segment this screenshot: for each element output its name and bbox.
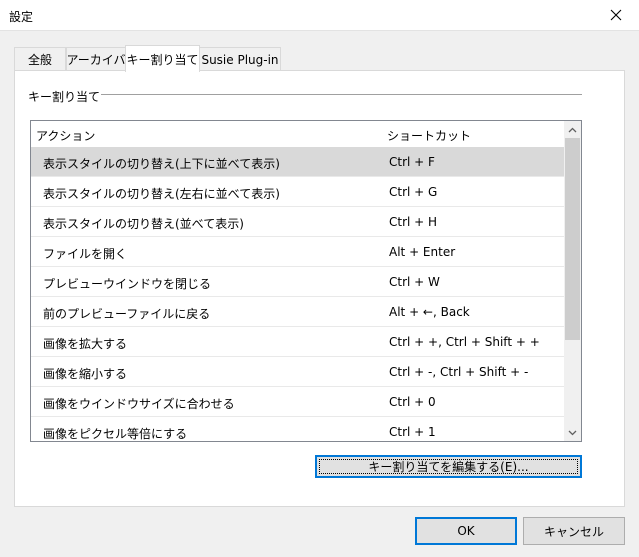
action-cell: 画像を拡大する xyxy=(43,337,128,351)
table-row[interactable]: 表示スタイルの切り替え(並べて表示) Ctrl + H xyxy=(31,207,565,237)
tab-susie-plugin[interactable]: Susie Plug-in xyxy=(199,47,281,71)
table-row[interactable]: 画像を縮小する Ctrl + -, Ctrl + Shift + - xyxy=(31,357,565,387)
action-cell: 画像を縮小する xyxy=(43,367,128,381)
shortcut-cell: Ctrl + -, Ctrl + Shift + - xyxy=(389,365,529,379)
tab-panel: キー割り当て アクション ショートカット 表示スタイルの切り替え(上下に並べて表… xyxy=(14,70,625,507)
table-row[interactable]: 画像をピクセル等倍にする Ctrl + 1 xyxy=(31,417,565,441)
scroll-down-button[interactable] xyxy=(564,424,581,441)
title-bar: 設定 xyxy=(0,0,639,31)
vertical-scrollbar[interactable] xyxy=(564,121,581,441)
column-header-action[interactable]: アクション xyxy=(36,127,95,144)
table-row[interactable]: 画像をウインドウサイズに合わせる Ctrl + 0 xyxy=(31,387,565,417)
list-header: アクション ショートカット xyxy=(31,121,565,147)
shortcut-cell: Ctrl + 0 xyxy=(389,395,436,409)
scrollbar-thumb[interactable] xyxy=(565,138,580,340)
action-cell: 表示スタイルの切り替え(並べて表示) xyxy=(43,217,244,231)
list-rows: 表示スタイルの切り替え(上下に並べて表示) Ctrl + F 表示スタイルの切り… xyxy=(31,147,565,441)
table-row[interactable]: 画像を拡大する Ctrl + +, Ctrl + Shift + + xyxy=(31,327,565,357)
shortcut-cell: Alt + Enter xyxy=(389,245,456,259)
tab-general[interactable]: 全般 xyxy=(14,47,66,71)
action-cell: 画像をウインドウサイズに合わせる xyxy=(43,397,235,411)
group-divider xyxy=(101,94,582,95)
table-row[interactable]: ファイルを開く Alt + Enter xyxy=(31,237,565,267)
table-row[interactable]: 表示スタイルの切り替え(上下に並べて表示) Ctrl + F xyxy=(31,147,565,177)
scroll-up-button[interactable] xyxy=(564,121,581,138)
edit-button-label: キー割り当てを編集する(E)... xyxy=(368,460,529,474)
tab-archiver[interactable]: アーカイバ xyxy=(66,47,126,71)
group-label: キー割り当て xyxy=(28,90,101,104)
action-cell: 表示スタイルの切り替え(上下に並べて表示) xyxy=(43,157,280,171)
action-cell: 表示スタイルの切り替え(左右に並べて表示) xyxy=(43,187,280,201)
close-icon xyxy=(610,9,622,21)
ok-button[interactable]: OK xyxy=(415,517,517,545)
table-row[interactable]: プレビューウインドウを閉じる Ctrl + W xyxy=(31,267,565,297)
shortcut-cell: Ctrl + G xyxy=(389,185,438,199)
table-row[interactable]: 前のプレビューファイルに戻る Alt + ←, Back xyxy=(31,297,565,327)
action-cell: 画像をピクセル等倍にする xyxy=(43,427,188,441)
cancel-button[interactable]: キャンセル xyxy=(523,517,625,545)
action-cell: ファイルを開く xyxy=(43,247,128,261)
shortcut-cell: Ctrl + 1 xyxy=(389,425,436,439)
shortcut-cell: Ctrl + W xyxy=(389,275,440,289)
tab-key-assignment[interactable]: キー割り当て xyxy=(125,45,200,72)
chevron-up-icon xyxy=(568,127,577,132)
action-cell: プレビューウインドウを閉じる xyxy=(43,277,212,291)
edit-key-assignment-button[interactable]: キー割り当てを編集する(E)... xyxy=(315,455,582,478)
shortcut-cell: Ctrl + +, Ctrl + Shift + + xyxy=(389,335,540,349)
shortcut-cell: Ctrl + H xyxy=(389,215,438,229)
window-title: 設定 xyxy=(9,10,34,24)
shortcut-cell: Alt + ←, Back xyxy=(389,305,470,319)
table-row[interactable]: 表示スタイルの切り替え(左右に並べて表示) Ctrl + G xyxy=(31,177,565,207)
column-header-shortcut[interactable]: ショートカット xyxy=(387,127,471,144)
key-assignment-list[interactable]: アクション ショートカット 表示スタイルの切り替え(上下に並べて表示) Ctrl… xyxy=(30,120,582,442)
shortcut-cell: Ctrl + F xyxy=(389,155,435,169)
action-cell: 前のプレビューファイルに戻る xyxy=(43,307,211,321)
chevron-down-icon xyxy=(568,430,577,435)
close-button[interactable] xyxy=(593,0,639,30)
